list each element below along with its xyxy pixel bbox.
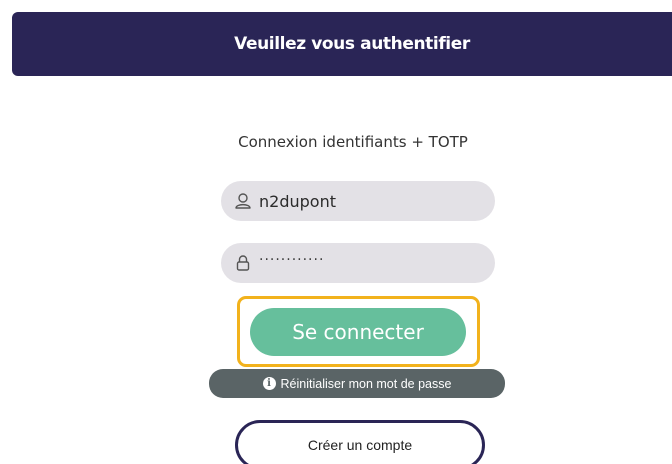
username-value: n2dupont [259, 191, 336, 211]
reset-password-label: Réinitialiser mon mot de passe [280, 376, 452, 391]
connect-button[interactable]: Se connecter [250, 308, 466, 356]
page-title: Veuillez vous authentifier [234, 34, 470, 54]
lock-icon [233, 253, 253, 273]
auth-page: Veuillez vous authentifier Connexion ide… [0, 0, 672, 464]
create-account-label: Créer un compte [307, 437, 413, 453]
login-subtitle: Connexion identifiants + TOTP [238, 133, 468, 151]
password-value: ············ [259, 252, 325, 268]
header-bar: Veuillez vous authentifier [12, 12, 672, 76]
create-account-button[interactable]: Créer un compte [235, 420, 485, 464]
user-icon [233, 191, 253, 211]
username-field[interactable]: n2dupont [221, 181, 495, 221]
info-icon: i [262, 377, 276, 390]
password-field[interactable]: ············ [221, 243, 495, 283]
reset-password-link[interactable]: i Réinitialiser mon mot de passe [209, 369, 505, 398]
